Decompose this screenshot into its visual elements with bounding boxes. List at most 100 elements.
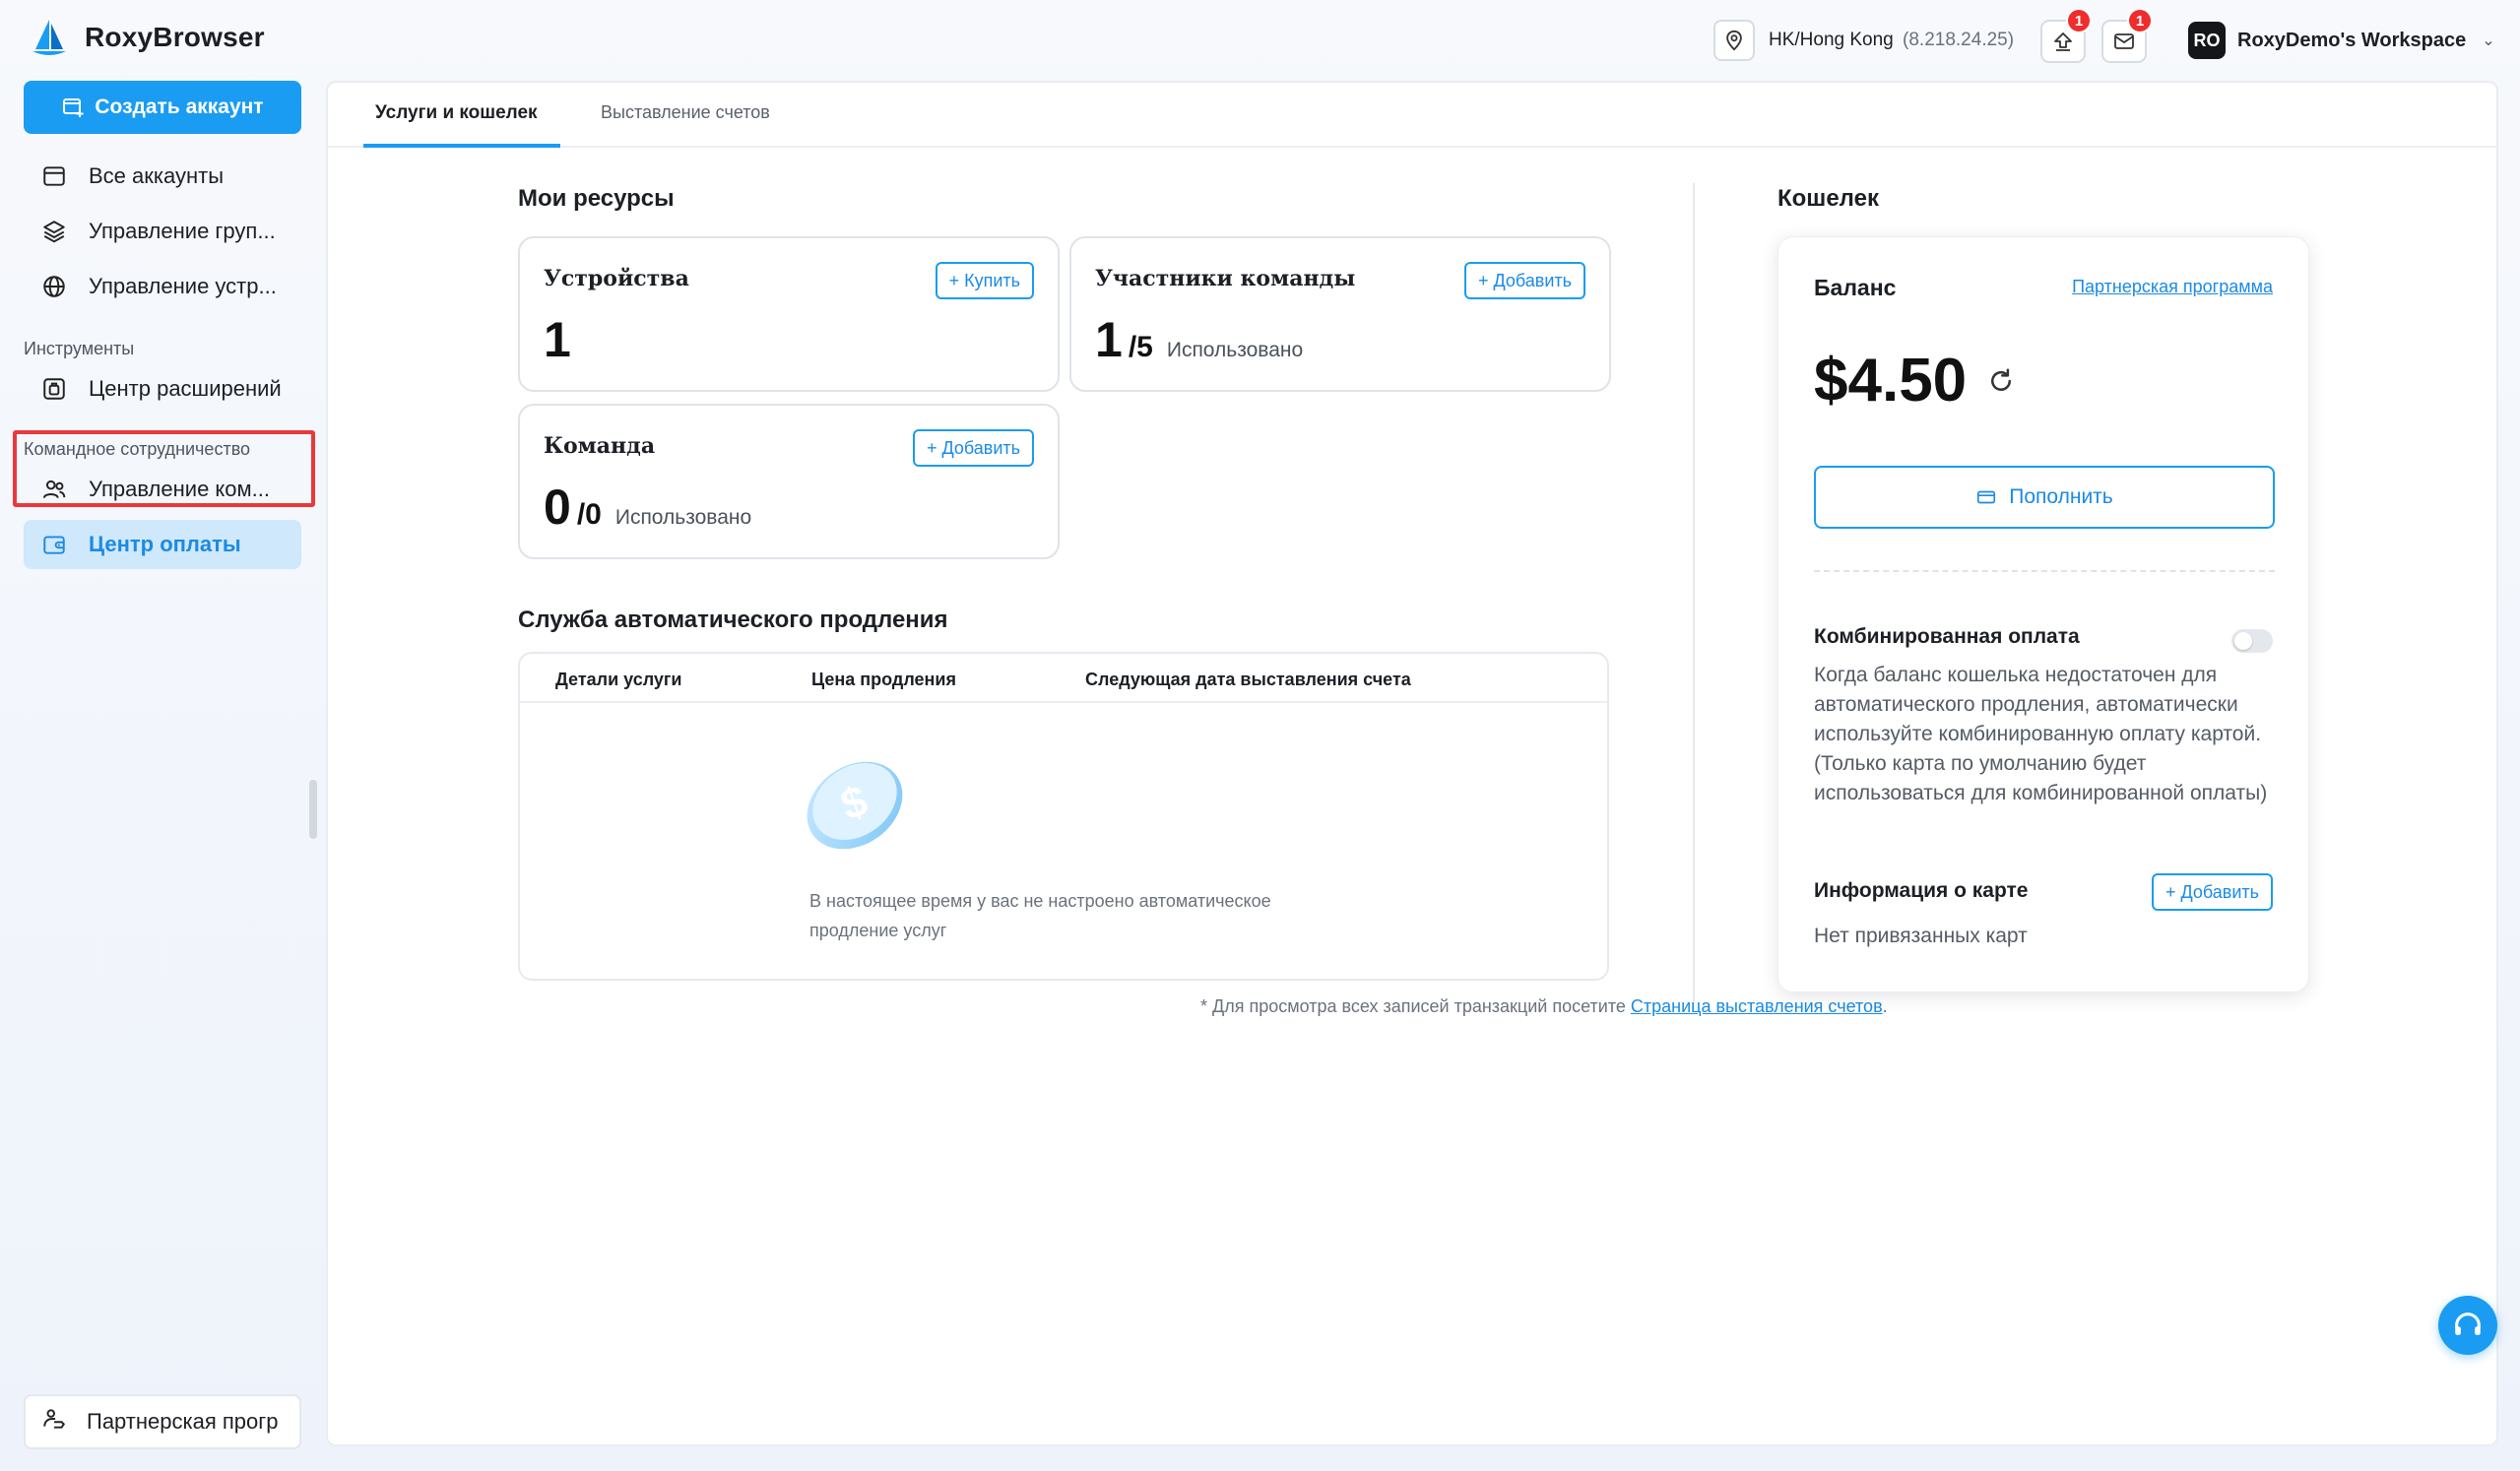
buy-devices-button[interactable]: + Купить [935,262,1034,299]
headset-icon [2455,1312,2481,1335]
devices-card: Устройства + Купить 1 [518,236,1060,392]
balance-amount-row: $4.50 [1814,346,2016,416]
chevron-down-icon: ⌄ [2482,32,2495,49]
app-name: RoxyBrowser [85,22,265,52]
create-account-button[interactable]: Создать аккаунт [24,81,301,134]
auto-renew-title: Служба автоматического продления [518,607,948,633]
footnote-period: . [1882,996,1888,1016]
globe-icon [39,272,69,301]
handshake-icon [41,1406,67,1438]
mail-icon [2114,33,2134,49]
wallet-divider [1814,570,2275,572]
sidebar-item-label: Управление груп... [89,219,276,243]
empty-coin-icon: $ [807,761,903,850]
empty-state-text: В настоящее время у вас не настроено авт… [809,891,1271,940]
add-window-icon [63,98,84,117]
mail-button[interactable]: 1 [2101,8,2153,63]
sidebar-item-label: Центр оплаты [89,532,241,556]
no-cards-text: Нет привязанных карт [1814,925,2028,947]
combined-payment-title: Комбинированная оплата [1814,625,2080,648]
partner-label: Партнерская прогр [87,1409,279,1434]
wallet-card: Баланс Партнерская программа $4.50 Попол… [1777,236,2309,992]
column-header: Цена продления [811,670,956,689]
active-tab-indicator [363,144,560,148]
devices-count: 1 [544,312,571,367]
payment-center-highlight [13,430,315,507]
add-team-member-button[interactable]: + Добавить [1463,262,1585,299]
card-icon [1977,490,1996,504]
team-card: Команда + Добавить 0/0 Использовано [518,404,1060,559]
billing-footnote: * Для просмотра всех записей транзакций … [1200,996,1888,1017]
members-used: 1 [1095,312,1123,367]
sailboat-logo-icon [32,20,66,55]
team-total: /0 [576,498,602,531]
footnote-text: * Для просмотра всех записей транзакций … [1200,996,1626,1016]
team-used: 0 [544,480,571,535]
sidebar-item-all-accounts[interactable]: Все аккаунты [24,152,301,201]
team-label: Команда [544,433,656,459]
support-chat-button[interactable] [2438,1296,2497,1355]
top-up-label: Пополнить [2009,485,2113,508]
workspace-selector[interactable]: RO RoxyDemo's Workspace ⌄ [2188,22,2495,59]
mail-badge: 1 [2127,8,2153,33]
sidebar-item-label: Все аккаунты [89,163,225,188]
sidebar-item-devices[interactable]: Управление устр... [24,262,301,311]
sidebar-item-groups[interactable]: Управление груп... [24,207,301,256]
layers-icon [39,217,69,246]
sidebar-item-payment-center[interactable]: Центр оплаты [24,520,301,569]
resources-title: Мои ресурсы [518,185,675,212]
balance-label: Баланс [1814,275,1897,300]
main-panel: Услуги и кошелек Выставление счетов Мои … [326,81,2498,1446]
column-header: Следующая дата выставления счета [1085,670,1411,689]
team-used-suffix: Использовано [614,506,752,529]
workspace-avatar: RO [2188,22,2226,59]
vertical-divider [1693,183,1695,1002]
balance-amount: $4.50 [1814,347,1968,415]
extension-icon [39,374,69,404]
members-total: /5 [1128,331,1153,363]
partner-program-link[interactable]: Партнерская программа [2072,277,2273,297]
billing-page-link[interactable]: Страница выставления счетов [1631,996,1883,1016]
tools-section-title: Инструменты [24,339,135,358]
top-up-button[interactable]: Пополнить [1814,466,2275,529]
tab-billing[interactable]: Выставление счетов [601,102,770,123]
add-card-button[interactable]: + Добавить [2151,873,2273,911]
upload-badge: 1 [2066,8,2092,33]
sidebar-partner-program[interactable]: Партнерская прогр [24,1394,301,1449]
wallet-title: Кошелек [1777,185,1879,212]
location-text: HK/Hong Kong (8.218.24.25) [1769,30,2014,51]
team-members-value: 1/5 Использовано [1095,311,1303,368]
create-account-label: Создать аккаунт [95,96,264,118]
column-header: Детали услуги [555,670,682,689]
sidebar-item-label: Центр расширений [89,376,282,401]
upload-button[interactable]: 1 [2040,8,2092,63]
sidebar-item-label: Управление устр... [89,274,277,298]
tab-bar: Услуги и кошелек Выставление счетов [328,83,2496,148]
tab-services-wallet[interactable]: Услуги и кошелек [375,102,538,124]
refresh-icon[interactable] [1986,366,2016,396]
browser-window-icon [39,161,69,191]
devices-value: 1 [544,311,571,368]
add-team-button[interactable]: + Добавить [912,429,1034,467]
upload-icon [2054,32,2072,51]
wallet-icon [39,530,69,559]
sidebar-scrollbar[interactable] [309,780,317,839]
proxy-location[interactable]: HK/Hong Kong (8.218.24.25) [1713,20,2014,61]
top-bar: RoxyBrowser HK/Hong Kong (8.218.24.25) 1… [0,0,2520,79]
table-divider [520,701,1607,703]
team-value: 0/0 Использовано [544,479,751,536]
location-name: HK/Hong Kong [1769,30,1894,50]
location-ip: (8.218.24.25) [1903,30,2015,50]
location-pin-icon [1713,20,1755,61]
devices-label: Устройства [544,266,689,291]
members-used-suffix: Использовано [1166,339,1304,361]
sidebar-item-extensions[interactable]: Центр расширений [24,364,301,414]
auto-renew-table: Детали услуги Цена продления Следующая д… [518,652,1609,981]
card-info-title: Информация о карте [1814,879,2029,902]
workspace-name: RoxyDemo's Workspace [2237,29,2467,51]
combined-payment-description: Когда баланс кошелька недостаточен для а… [1814,664,2268,804]
app-logo[interactable]: RoxyBrowser [28,16,265,59]
team-members-label: Участники команды [1095,266,1356,291]
combined-payment-toggle[interactable] [2231,629,2273,653]
team-members-card: Участники команды + Добавить 1/5 Использ… [1069,236,1611,392]
